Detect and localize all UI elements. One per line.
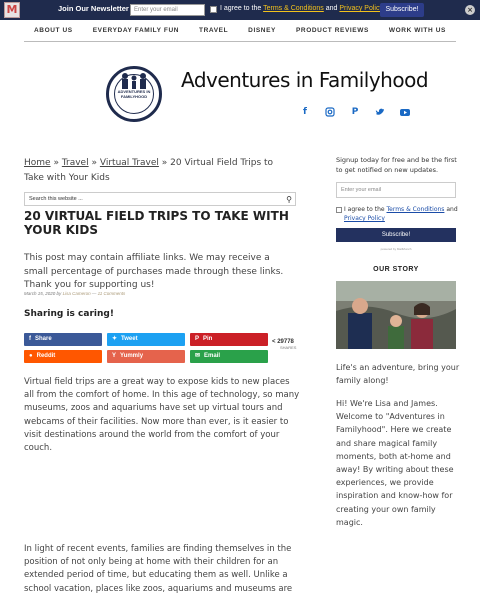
- main-nav: ABOUT US EVERYDAY FAMILY FUN TRAVEL DISN…: [24, 20, 456, 42]
- pinterest-icon: P: [195, 336, 200, 342]
- share-yummly-label: Yummly: [120, 353, 144, 359]
- breadcrumb-home[interactable]: Home: [24, 158, 51, 168]
- nav-product-reviews[interactable]: PRODUCT REVIEWS: [296, 27, 369, 34]
- facebook-icon: f: [29, 336, 31, 342]
- our-story-heading: OUR STORY: [373, 266, 419, 273]
- family-photo: [336, 281, 456, 349]
- yummly-icon: Y: [112, 353, 117, 359]
- newsletter-agree-text: I agree to the Terms & Conditions and Pr…: [220, 5, 383, 12]
- share-twitter-label: Tweet: [121, 336, 138, 342]
- sidebar-agree-prefix: I agree to the: [344, 206, 385, 213]
- sharing-heading: Sharing is caring!: [24, 309, 114, 319]
- breadcrumb-sep: »: [53, 158, 59, 168]
- sidebar-tagline: Life's an adventure, bring your family a…: [336, 363, 460, 385]
- nav-work-with-us[interactable]: WORK WITH US: [389, 27, 446, 34]
- sidebar-subscribe-button[interactable]: Subscribe!: [336, 228, 456, 242]
- breadcrumb: Home » Travel » Virtual Travel » 20 Virt…: [24, 156, 294, 186]
- newsletter-email-input[interactable]: Enter your email: [130, 4, 205, 16]
- share-reddit-button[interactable]: ● Reddit: [24, 350, 102, 363]
- social-links: f P: [300, 107, 410, 117]
- newsletter-subscribe-button[interactable]: Subscribe!: [380, 3, 424, 17]
- search-icon[interactable]: ⚲: [286, 195, 292, 204]
- agree-and: and: [325, 5, 338, 12]
- sidebar-email-input[interactable]: Enter your email: [336, 182, 456, 198]
- email-icon: ✉: [195, 353, 201, 359]
- post-comments-link[interactable]: 11 Comments: [98, 291, 126, 296]
- mailmunch-logo: M: [4, 2, 20, 18]
- sidebar-agree-text: I agree to the Terms & Conditions and Pr…: [344, 205, 460, 223]
- privacy-link[interactable]: Privacy Policy: [339, 5, 383, 12]
- share-pinterest-label: Pin: [203, 336, 213, 342]
- nav-about-us[interactable]: ABOUT US: [34, 27, 73, 34]
- facebook-icon[interactable]: f: [300, 107, 310, 117]
- sidebar-privacy-link[interactable]: Privacy Policy: [344, 215, 385, 222]
- pinterest-icon[interactable]: P: [350, 107, 360, 117]
- post-title: 20 VIRTUAL FIELD TRIPS TO TAKE WITH YOUR…: [24, 209, 289, 237]
- sidebar-agree-checkbox[interactable]: [336, 207, 342, 213]
- newsletter-bar: M Join Our Newsletter Enter your email I…: [0, 0, 480, 20]
- post-paragraph-1: Virtual field trips are a great way to e…: [24, 377, 300, 454]
- logo-text: ADVENTURES IN FAMILYHOOD: [117, 89, 151, 99]
- twitter-icon[interactable]: [375, 107, 385, 117]
- nav-travel[interactable]: TRAVEL: [199, 27, 228, 34]
- post-meta: March 15, 2020 by Lisa Cameron — 11 Comm…: [24, 291, 125, 296]
- share-count-label: SHARES: [280, 345, 297, 350]
- nav-everyday-family-fun[interactable]: EVERYDAY FAMILY FUN: [93, 27, 179, 34]
- nav-disney[interactable]: DISNEY: [248, 27, 276, 34]
- site-title[interactable]: Adventures in Familyhood: [181, 68, 429, 92]
- close-icon[interactable]: ×: [465, 5, 475, 15]
- terms-link[interactable]: Terms & Conditions: [263, 5, 324, 12]
- sidebar-agree-and: and: [446, 206, 458, 213]
- breadcrumb-sep: »: [91, 158, 97, 168]
- share-pinterest-button[interactable]: P Pin: [190, 333, 268, 346]
- sidebar-signup-intro: Signup today for free and be the first t…: [336, 156, 457, 174]
- post-meta-dash: —: [91, 291, 97, 296]
- sidebar-bio: Hi! We're Lisa and James. Welcome to "Ad…: [336, 399, 454, 527]
- share-yummly-button[interactable]: Y Yummly: [107, 350, 185, 363]
- breadcrumb-virtual-travel[interactable]: Virtual Travel: [100, 158, 159, 168]
- newsletter-agree-checkbox[interactable]: [210, 6, 217, 13]
- breadcrumb-travel[interactable]: Travel: [62, 158, 89, 168]
- post-author-link[interactable]: Lisa Cameron: [63, 291, 91, 296]
- sidebar-terms-link[interactable]: Terms & Conditions: [387, 206, 445, 213]
- share-reddit-label: Reddit: [36, 353, 56, 359]
- site-logo[interactable]: ADVENTURES IN FAMILYHOOD: [106, 66, 162, 122]
- twitter-icon: ✦: [112, 336, 118, 342]
- instagram-icon[interactable]: [325, 107, 335, 117]
- youtube-icon[interactable]: [400, 107, 410, 117]
- breadcrumb-sep: »: [161, 158, 168, 168]
- post-paragraph-2: In light of recent events, families are …: [24, 544, 293, 594]
- share-email-button[interactable]: ✉ Email: [190, 350, 268, 363]
- post-by: by: [56, 291, 62, 296]
- search-input[interactable]: Search this website ... ⚲: [24, 192, 296, 206]
- agree-prefix: I agree to the: [220, 5, 262, 12]
- share-twitter-button[interactable]: ✦ Tweet: [107, 333, 185, 346]
- powered-by-link[interactable]: powered by MailMunch: [336, 247, 456, 251]
- share-email-label: Email: [204, 353, 221, 359]
- reddit-icon: ●: [29, 353, 33, 359]
- newsletter-title: Join Our Newsletter: [58, 4, 129, 13]
- share-icon: <: [272, 339, 276, 345]
- search-placeholder: Search this website ...: [29, 196, 83, 202]
- post-date: March 15, 2020: [24, 291, 56, 296]
- affiliate-disclosure: This post may contain affiliate links. W…: [24, 253, 284, 290]
- share-count: < 29778 SHARES: [272, 339, 296, 350]
- share-facebook-button[interactable]: f Share: [24, 333, 102, 346]
- share-facebook-label: Share: [35, 336, 52, 342]
